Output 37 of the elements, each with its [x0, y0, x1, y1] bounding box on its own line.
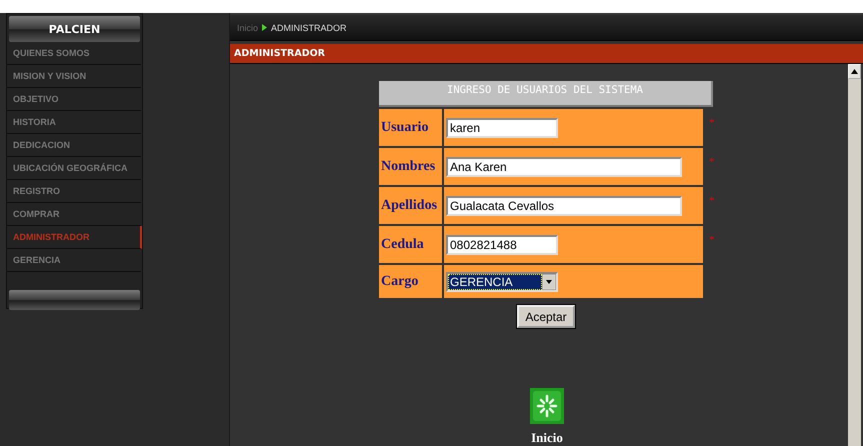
field-label: Cedula: [379, 226, 442, 263]
select-field[interactable]: GERENCIA: [446, 272, 558, 292]
required-mark: *: [709, 117, 716, 129]
caret-icon: [542, 274, 556, 290]
field-label: Usuario: [379, 109, 442, 146]
sidebar-item[interactable]: COMPRAR: [7, 203, 141, 226]
sidebar-item[interactable]: UBICACIÓN GEOGRÁFICA: [7, 157, 141, 180]
scrollbar[interactable]: [848, 64, 861, 446]
sidebar-item[interactable]: HISTORIA: [7, 111, 141, 134]
breadcrumb-current: ADMINISTRADOR: [271, 22, 347, 32]
field-label: Apellidos: [379, 187, 442, 224]
text-field[interactable]: 0802821488: [446, 234, 558, 254]
text-field[interactable]: Gualacata Cevallos: [446, 196, 682, 216]
required-mark: *: [709, 195, 716, 207]
sidebar-item[interactable]: REGISTRO: [7, 180, 141, 203]
sidebar-item[interactable]: MISION Y VISION: [7, 65, 141, 88]
sidebar-item[interactable]: OBJETIVO: [7, 88, 141, 111]
required-mark: *: [709, 234, 716, 246]
accept-button[interactable]: Aceptar: [517, 305, 575, 328]
text-field[interactable]: Ana Karen: [446, 156, 682, 176]
text-field[interactable]: karen: [446, 118, 558, 138]
field-label: Cargo: [379, 265, 442, 298]
sidebar-item[interactable]: DEDICACION: [7, 134, 141, 157]
arrow-icon: [262, 24, 268, 31]
breadcrumb-link[interactable]: Inicio: [237, 22, 258, 32]
home-icon: [530, 388, 564, 424]
section-title: ADMINISTRADOR: [230, 44, 863, 64]
form-title: INGRESO DE USUARIOS DEL SISTEMA: [379, 81, 713, 107]
scroll-up-button[interactable]: [848, 64, 861, 79]
sidebar-title: PALCIEN: [9, 16, 140, 42]
home-link[interactable]: Inicio: [530, 388, 564, 446]
field-label: Nombres: [379, 148, 442, 185]
sidebar-item[interactable]: ADMINISTRADOR: [7, 226, 142, 249]
required-mark: *: [709, 156, 716, 168]
sidebar-item[interactable]: QUIENES SOMOS: [7, 42, 141, 65]
sidebar-item[interactable]: GERENCIA: [7, 249, 141, 272]
arrow-up-icon: [851, 69, 858, 74]
